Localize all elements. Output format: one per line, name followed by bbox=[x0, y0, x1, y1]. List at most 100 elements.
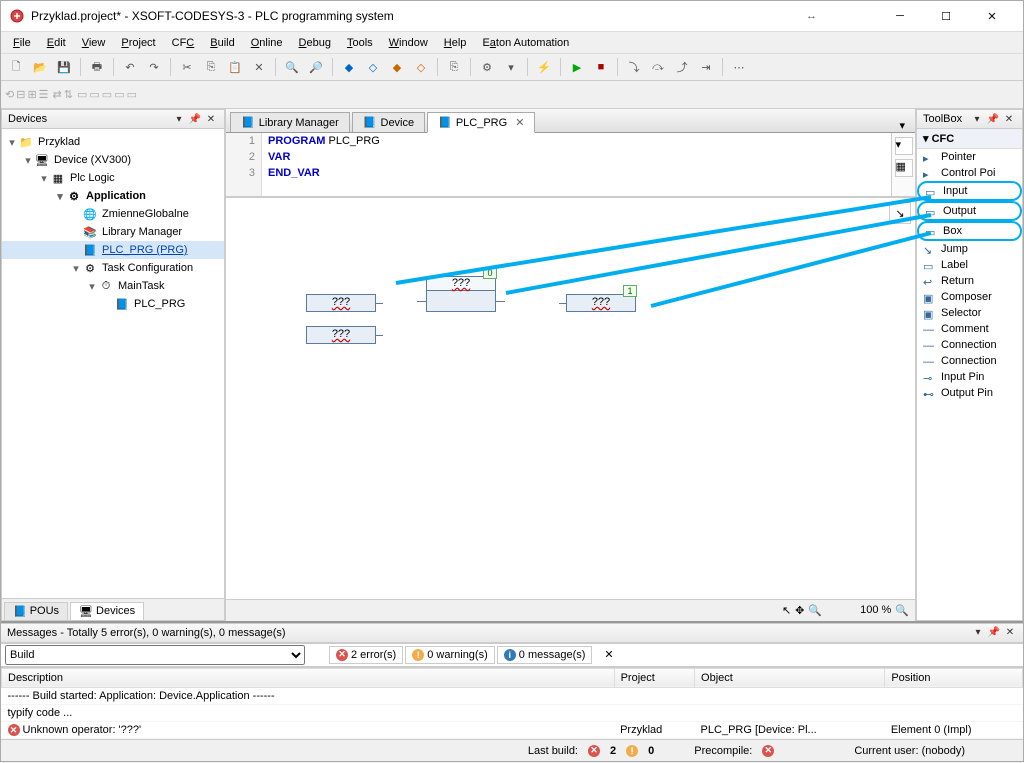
delete-button[interactable]: ✕ bbox=[248, 56, 270, 78]
tb2-1[interactable]: ⟲ bbox=[5, 88, 14, 101]
device-tree[interactable]: ▾📁Przyklad▾🖥Device (XV300)▾▦Plc Logic▾⚙A… bbox=[1, 129, 225, 599]
step-into-icon[interactable]: ⤵ bbox=[623, 56, 645, 78]
tool-input-pin[interactable]: ⊸Input Pin bbox=[917, 369, 1022, 385]
messages-filter[interactable]: Build bbox=[5, 645, 305, 665]
tree-item-przyklad[interactable]: ▾📁Przyklad bbox=[2, 133, 224, 151]
col-description[interactable]: Description bbox=[2, 668, 615, 687]
tool-control-poi[interactable]: ▸Control Poi bbox=[917, 165, 1022, 181]
print-button[interactable]: 🖶 bbox=[86, 56, 108, 78]
message-row[interactable]: ------ Build started: Application: Devic… bbox=[2, 687, 1023, 704]
code-side-btn1[interactable]: ▾ bbox=[895, 137, 913, 155]
menu-online[interactable]: Online bbox=[243, 34, 291, 52]
redo-button[interactable]: ↷ bbox=[143, 56, 165, 78]
tb2-9[interactable]: ▭ bbox=[102, 88, 112, 101]
menu-tools[interactable]: Tools bbox=[339, 34, 381, 52]
code-side-btn2[interactable]: ▦ bbox=[895, 159, 913, 177]
stop-button[interactable]: ■ bbox=[590, 56, 612, 78]
close-button[interactable]: ✕ bbox=[969, 1, 1015, 31]
cfc-input-2[interactable]: ??? bbox=[306, 326, 376, 344]
toolbox-group[interactable]: ▾ CFC bbox=[917, 129, 1022, 149]
messages-dropdown-button[interactable]: ▾ bbox=[971, 626, 985, 640]
new-button[interactable]: 🗋 bbox=[5, 56, 27, 78]
tb2-6[interactable]: ⇅ bbox=[64, 88, 73, 101]
menu-edit[interactable]: Edit bbox=[39, 34, 74, 52]
findnext-button[interactable]: 🔎 bbox=[305, 56, 327, 78]
tree-item-library-manager[interactable]: 📚Library Manager bbox=[2, 223, 224, 241]
editor-tab-plc-prg[interactable]: 📘PLC_PRG✕ bbox=[427, 112, 535, 133]
bp-cond-icon[interactable]: ◇ bbox=[410, 56, 432, 78]
tool-jump[interactable]: ↘Jump bbox=[917, 241, 1022, 257]
panel-pin-button[interactable]: 📌 bbox=[188, 112, 202, 126]
tree-item-task-configuration[interactable]: ▾⚙Task Configuration bbox=[2, 259, 224, 277]
tb2-7[interactable]: ▭ bbox=[77, 88, 87, 101]
toolbox-pin-button[interactable]: 📌 bbox=[986, 112, 1000, 126]
open-button[interactable]: 📂 bbox=[29, 56, 51, 78]
step-cursor-icon[interactable]: ⇥ bbox=[695, 56, 717, 78]
messages-clear-button[interactable]: ✕ bbox=[604, 648, 613, 661]
tool-connection[interactable]: —Connection bbox=[917, 337, 1022, 353]
canvas-corner-button[interactable]: ↘ bbox=[889, 202, 911, 224]
build-button[interactable]: ⚙ bbox=[476, 56, 498, 78]
misc-button[interactable]: ⋯ bbox=[728, 56, 750, 78]
pointer-tool-icon[interactable]: ↖ bbox=[782, 604, 791, 617]
cfc-input-1[interactable]: ??? bbox=[306, 294, 376, 312]
minimize-button[interactable]: ─ bbox=[877, 1, 923, 31]
tool-box[interactable]: ▭Box bbox=[917, 221, 1022, 241]
tb2-10[interactable]: ▭ bbox=[114, 88, 124, 101]
editor-tabs-dropdown[interactable]: ▾ bbox=[893, 119, 911, 132]
tree-item-application[interactable]: ▾⚙Application bbox=[2, 187, 224, 205]
editor-tab-device[interactable]: 📘Device bbox=[352, 112, 425, 132]
errors-badge[interactable]: ✕2 error(s) bbox=[329, 646, 403, 664]
tree-item-plc-prg-prg-[interactable]: 📘PLC_PRG (PRG) bbox=[2, 241, 224, 259]
tb2-8[interactable]: ▭ bbox=[89, 88, 99, 101]
tool-output-pin[interactable]: ⊷Output Pin bbox=[917, 385, 1022, 401]
tool-comment[interactable]: —Comment bbox=[917, 321, 1022, 337]
messages-pin-button[interactable]: 📌 bbox=[987, 626, 1001, 640]
messages-close-button[interactable]: ✕ bbox=[1003, 626, 1017, 640]
menu-help[interactable]: Help bbox=[436, 34, 475, 52]
copy-button[interactable]: ⎘ bbox=[200, 56, 222, 78]
message-row[interactable]: ✕ Unknown operator: '???'PrzykladPLC_PRG… bbox=[2, 721, 1023, 739]
cut-button[interactable]: ✂ bbox=[176, 56, 198, 78]
menu-eaton[interactable]: Eaton Automation bbox=[474, 34, 577, 52]
tree-item-device-xv300-[interactable]: ▾🖥Device (XV300) bbox=[2, 151, 224, 169]
paste-button[interactable]: 📋 bbox=[224, 56, 246, 78]
tool-connection[interactable]: —Connection bbox=[917, 353, 1022, 369]
step-out-icon[interactable]: ⤴ bbox=[671, 56, 693, 78]
cfc-box[interactable]: 0 ??? bbox=[426, 276, 496, 312]
panel-dropdown-button[interactable]: ▾ bbox=[172, 112, 186, 126]
menu-debug[interactable]: Debug bbox=[291, 34, 339, 52]
menu-view[interactable]: View bbox=[74, 34, 114, 52]
tool-input[interactable]: ▭Input bbox=[917, 181, 1022, 201]
cfc-output[interactable]: 1 ??? bbox=[566, 294, 636, 312]
move-tool-icon[interactable]: ✥ bbox=[795, 604, 804, 617]
tb2-3[interactable]: ⊞ bbox=[27, 88, 36, 101]
tree-item-plc-prg[interactable]: 📘PLC_PRG bbox=[2, 295, 224, 313]
tb2-4[interactable]: ☰ bbox=[39, 88, 49, 101]
save-button[interactable]: 💾 bbox=[53, 56, 75, 78]
tool-output[interactable]: ▭Output bbox=[917, 201, 1022, 221]
tab-pous[interactable]: 📘POUs bbox=[4, 602, 68, 620]
bp-disable-icon[interactable]: ◆ bbox=[386, 56, 408, 78]
tool-return[interactable]: ↩Return bbox=[917, 273, 1022, 289]
panel-close-button[interactable]: ✕ bbox=[204, 112, 218, 126]
undo-button[interactable]: ↶ bbox=[119, 56, 141, 78]
menu-file[interactable]: File bbox=[5, 34, 39, 52]
tree-item-maintask[interactable]: ▾⏱MainTask bbox=[2, 277, 224, 295]
tool-selector[interactable]: ▣Selector bbox=[917, 305, 1022, 321]
menu-build[interactable]: Build bbox=[202, 34, 242, 52]
run-button[interactable]: ▶ bbox=[566, 56, 588, 78]
find-button[interactable]: 🔍 bbox=[281, 56, 303, 78]
col-position[interactable]: Position bbox=[885, 668, 1023, 687]
zoom-tool-icon[interactable]: 🔍 bbox=[808, 604, 822, 617]
zoom-dropdown-icon[interactable]: 🔍 bbox=[895, 604, 909, 617]
tab-devices[interactable]: 🖥Devices bbox=[70, 602, 144, 620]
tb2-2[interactable]: ⊟ bbox=[16, 88, 25, 101]
toolbox-dropdown-button[interactable]: ▾ bbox=[970, 112, 984, 126]
bp-toggle-icon[interactable]: ◆ bbox=[338, 56, 360, 78]
menu-window[interactable]: Window bbox=[381, 34, 436, 52]
tool-label[interactable]: ▭Label bbox=[917, 257, 1022, 273]
dropdown-button[interactable]: ▾ bbox=[500, 56, 522, 78]
maximize-button[interactable]: ☐ bbox=[923, 1, 969, 31]
step-over-icon[interactable]: ⤼ bbox=[647, 56, 669, 78]
